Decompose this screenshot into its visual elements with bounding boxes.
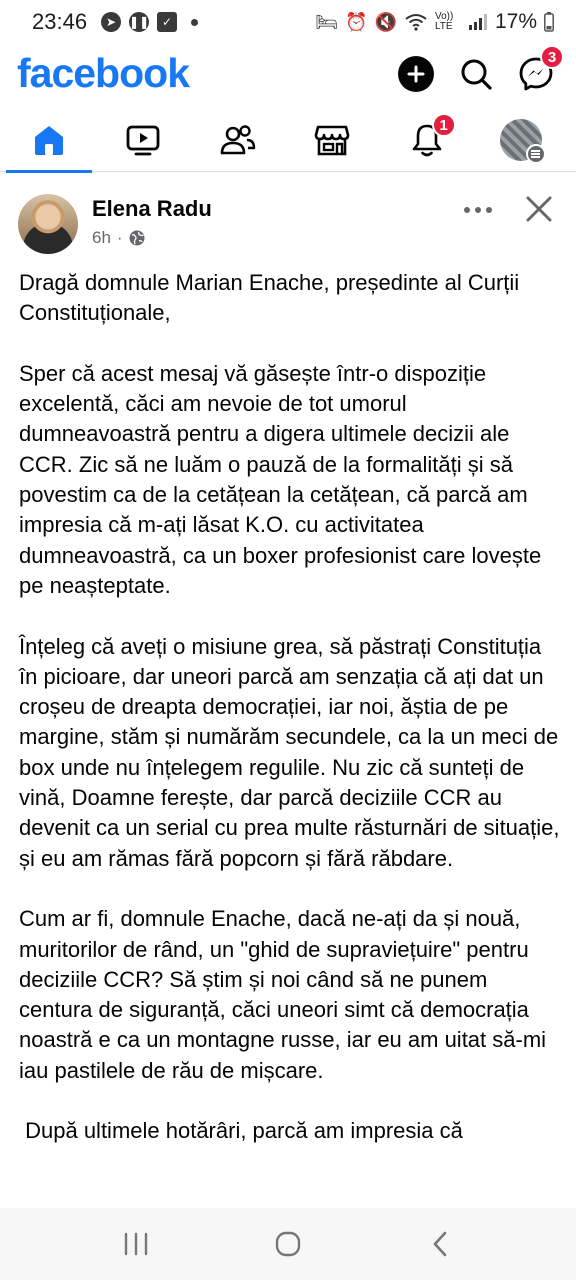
tab-video[interactable] (100, 108, 186, 172)
status-bar: 23:46 ➤ ❚❚ ✓ 🛏 ⏰ 🔇 Vo)) LTE 17% (0, 0, 576, 44)
home-nav-button[interactable] (253, 1219, 323, 1269)
tab-menu[interactable] (478, 108, 564, 172)
post-options-button[interactable] (458, 196, 498, 224)
globe-icon (129, 230, 145, 246)
close-icon (526, 196, 552, 222)
status-time: 23:46 (32, 9, 88, 34)
post-paragraph: Cum ar fi, domnule Enache, dacă ne-ați d… (19, 906, 547, 1083)
friends-icon (220, 125, 255, 155)
home-circle-icon (275, 1231, 301, 1257)
signal-icon (468, 14, 487, 30)
messenger-button[interactable]: 3 (514, 45, 564, 96)
author-avatar[interactable] (18, 194, 78, 254)
post-paragraph: După ultimele hotărâri, parcă am impresi… (19, 1118, 463, 1144)
back-chevron-icon (433, 1231, 447, 1257)
main-tabs: 1 (0, 108, 576, 173)
meta-separator: · (116, 228, 123, 247)
tab-home[interactable] (6, 108, 92, 173)
marketplace-icon (314, 125, 350, 156)
tab-marketplace[interactable] (289, 108, 375, 172)
author-name[interactable]: Elena Radu (92, 196, 212, 222)
recent-apps-icon (124, 1232, 148, 1256)
plus-icon (407, 65, 425, 83)
messenger-badge: 3 (540, 45, 564, 69)
create-button[interactable] (398, 56, 434, 92)
check-app-icon: ✓ (157, 12, 178, 32)
tab-friends[interactable] (195, 108, 281, 172)
facebook-logo[interactable]: facebook (17, 50, 190, 97)
battery-level: 17% (494, 10, 537, 33)
sleep-mode-icon: 🛏 (315, 11, 339, 32)
profile-avatar (499, 119, 546, 164)
video-icon (126, 125, 160, 156)
more-horizontal-icon (464, 207, 492, 213)
more-notifications-dot-icon (191, 18, 199, 26)
app-header: facebook 3 (0, 44, 576, 106)
recent-apps-button[interactable] (101, 1219, 171, 1269)
hide-post-button[interactable] (522, 192, 556, 226)
alarm-icon: ⏰ (345, 11, 368, 32)
notifications-badge: 1 (431, 113, 456, 137)
back-button[interactable] (405, 1219, 475, 1269)
wifi-icon (405, 14, 427, 31)
post-time[interactable]: 6h (92, 228, 111, 248)
search-button[interactable] (454, 52, 498, 96)
menu-hamburger-icon (525, 144, 546, 164)
post-text: Dragă domnule Marian Enache, președinte … (19, 268, 564, 1177)
system-nav-bar (0, 1208, 576, 1280)
post-meta: 6h · (92, 228, 145, 248)
tab-notifications[interactable]: 1 (384, 108, 470, 172)
telegram-icon: ➤ (101, 12, 122, 32)
search-icon (461, 59, 492, 90)
mute-icon: 🔇 (374, 11, 397, 32)
post-header: Elena Radu 6h · (18, 186, 566, 256)
pause-app-icon: ❚❚ (129, 12, 149, 32)
network-label: Vo)) LTE (434, 11, 454, 32)
post-paragraph: Înțeleg că aveți o misiune grea, să păst… (19, 633, 560, 871)
post-paragraph: Dragă domnule Marian Enache, președinte … (19, 270, 520, 326)
battery-icon (544, 12, 554, 32)
post-paragraph: Sper că acest mesaj vă găsește într-o di… (19, 360, 542, 598)
home-icon (35, 126, 63, 155)
